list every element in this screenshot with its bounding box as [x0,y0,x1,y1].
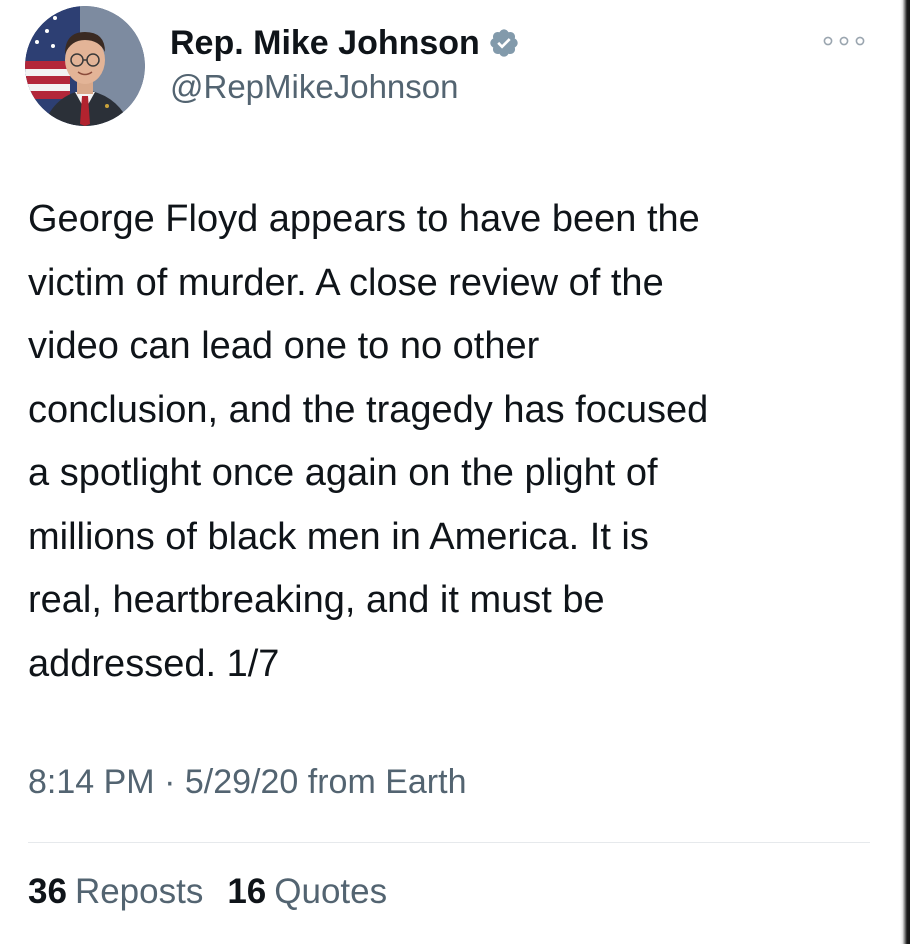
reposts-count: 36 [28,872,67,911]
tweet-meta: 8:14 PM · 5/29/20 from Earth [28,763,466,802]
meta-separator: · [164,763,176,801]
divider [28,842,870,843]
quotes-count: 16 [227,872,267,911]
screen-edge [900,0,910,944]
author-handle[interactable]: @RepMikeJohnson [170,68,458,106]
tweet-text: George Floyd appears to have been the vi… [28,198,709,685]
avatar-photo [25,6,145,126]
tweet-card: Rep. Mike Johnson @RepMikeJohnson George… [0,0,910,944]
tweet-stats: 36 Reposts 16 Quotes [28,872,387,912]
more-options-button[interactable] [820,26,868,56]
quotes-link[interactable]: 16 Quotes [227,872,387,912]
author-name-row: Rep. Mike Johnson [170,22,520,64]
tweet-time[interactable]: 8:14 PM [28,763,155,801]
author-avatar[interactable] [25,6,145,126]
reposts-label: Reposts [74,872,204,911]
more-options-icon [823,36,865,46]
tweet-date[interactable]: 5/29/20 [185,763,298,801]
quotes-label: Quotes [274,872,388,911]
tweet-location: from Earth [307,763,467,801]
reposts-link[interactable]: 36 Reposts [28,872,203,912]
verified-badge-icon[interactable] [488,27,520,59]
author-display-name[interactable]: Rep. Mike Johnson [170,24,480,63]
